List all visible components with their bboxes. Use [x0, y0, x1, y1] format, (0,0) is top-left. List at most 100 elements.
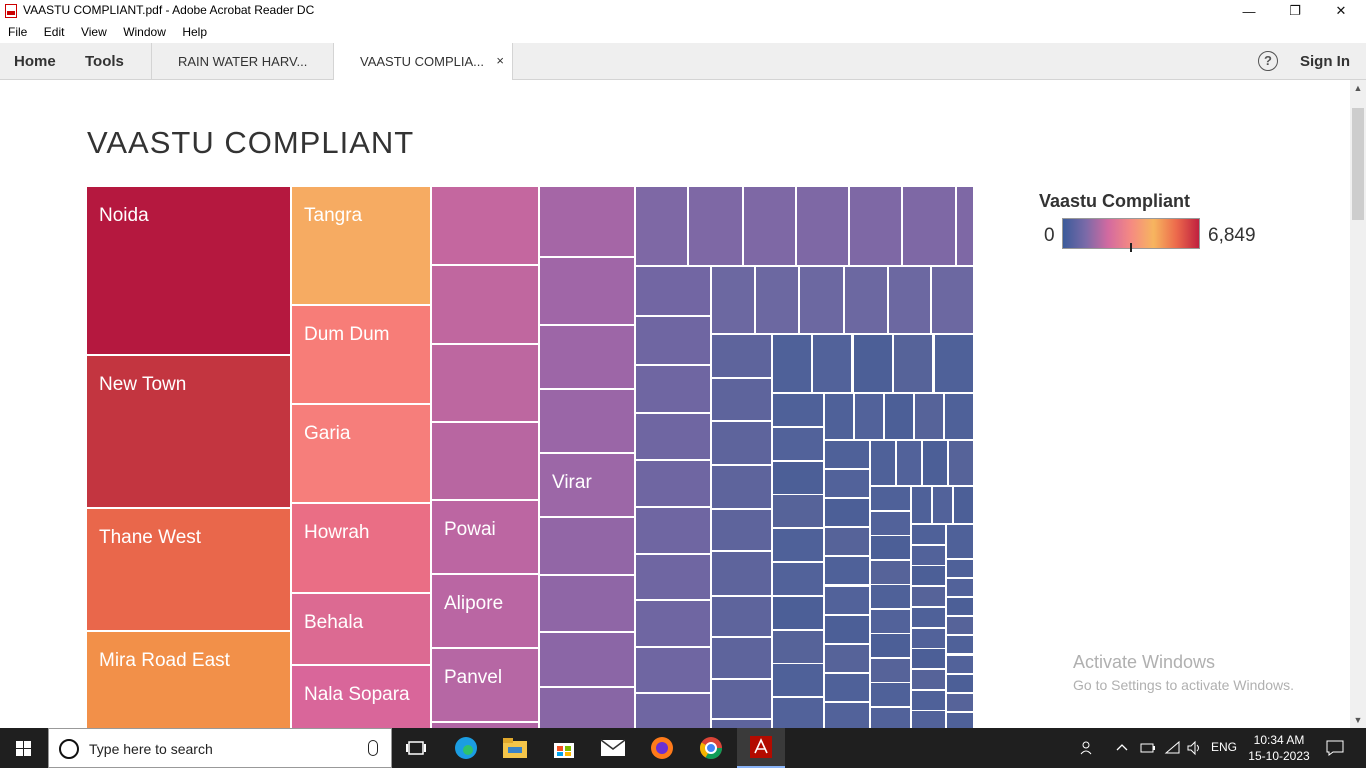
sign-in-link[interactable]: Sign In	[1300, 53, 1350, 70]
treemap-cell-label: Virar	[552, 472, 592, 493]
edge-browser-icon[interactable]	[442, 728, 490, 768]
file-explorer-icon[interactable]	[491, 728, 539, 768]
treemap-cell	[712, 720, 773, 728]
treemap-cell-label: Thane West	[99, 527, 202, 548]
treemap-cell	[894, 335, 934, 394]
notification-icon[interactable]	[1326, 740, 1344, 759]
home-tab[interactable]: Home	[14, 53, 56, 70]
start-button[interactable]	[0, 728, 48, 768]
wifi-icon[interactable]	[1164, 740, 1182, 759]
activate-windows-subtitle: Go to Settings to activate Windows.	[1073, 677, 1294, 693]
treemap-cell	[773, 563, 825, 597]
treemap-cell	[540, 518, 636, 576]
treemap-cell	[825, 441, 871, 470]
treemap-cell	[825, 674, 871, 703]
clock[interactable]: 10:34 AM 15-10-2023	[1236, 732, 1322, 764]
menu-window[interactable]: Window	[123, 22, 166, 39]
treemap-cell-powai: Powai	[432, 501, 540, 575]
treemap-cell	[432, 187, 540, 266]
treemap-cell	[912, 711, 947, 728]
tools-tab[interactable]: Tools	[85, 53, 124, 70]
treemap-cell-label: Dum Dum	[304, 324, 390, 345]
tab-bar: Home Tools RAIN WATER HARV... VAASTU COM…	[0, 43, 1366, 80]
menu-file[interactable]: File	[8, 22, 27, 39]
task-view-icon[interactable]	[392, 728, 440, 768]
treemap-cell-new-town: New Town	[87, 356, 292, 509]
close-button[interactable]: ✕	[1318, 0, 1364, 22]
treemap-cell-label: Nala Sopara	[304, 684, 410, 705]
treemap-cell	[885, 394, 915, 441]
treemap-cell	[912, 546, 947, 567]
minimize-button[interactable]: —	[1226, 0, 1272, 22]
treemap-cell	[871, 659, 912, 684]
treemap-cell	[947, 656, 975, 675]
acrobat-reader-icon[interactable]	[737, 728, 785, 768]
legend-marker	[1130, 243, 1132, 252]
menu-view[interactable]: View	[81, 22, 107, 39]
language-indicator[interactable]: ENG	[1211, 740, 1237, 754]
chevron-up-icon[interactable]	[1116, 740, 1128, 759]
treemap-cell	[773, 335, 813, 394]
tab-vaastu-compliant[interactable]: VAASTU COMPLIA... ×	[333, 43, 513, 80]
treemap-cell-label: Alipore	[444, 593, 504, 614]
treemap-cell	[871, 441, 897, 487]
maximize-button[interactable]: ❐	[1272, 0, 1318, 22]
help-icon[interactable]: ?	[1258, 51, 1278, 71]
treemap-cell	[871, 708, 912, 728]
treemap-cell	[712, 466, 773, 510]
treemap-cell-garia: Garia	[292, 405, 432, 504]
people-icon[interactable]	[1080, 740, 1096, 759]
store-icon[interactable]	[540, 728, 588, 768]
treemap-cell	[871, 536, 912, 561]
treemap-cell	[949, 441, 975, 487]
microphone-icon[interactable]	[368, 740, 378, 756]
battery-icon[interactable]	[1140, 740, 1156, 759]
treemap-cell	[636, 555, 712, 601]
volume-icon[interactable]	[1186, 740, 1204, 759]
menu-edit[interactable]: Edit	[44, 22, 65, 39]
page-title: VAASTU COMPLIANT	[87, 125, 415, 160]
treemap-cell	[947, 713, 975, 728]
treemap-cell-alipore: Alipore	[432, 575, 540, 649]
treemap-cell-label: Tangra	[304, 205, 363, 226]
legend-title: Vaastu Compliant	[1039, 191, 1191, 211]
treemap-cell-howrah: Howrah	[292, 504, 432, 594]
treemap-cell-label: New Town	[99, 374, 187, 395]
treemap-cell	[540, 258, 636, 326]
scroll-up-icon[interactable]: ▲	[1350, 80, 1366, 96]
treemap-cell	[825, 394, 855, 441]
treemap-cell	[932, 267, 975, 335]
treemap-cell	[825, 470, 871, 499]
menu-help[interactable]: Help	[182, 22, 207, 39]
treemap-cell	[923, 441, 949, 487]
treemap-cell	[825, 499, 871, 528]
treemap-cell	[957, 187, 975, 267]
firefox-icon[interactable]	[638, 728, 686, 768]
treemap-cell	[636, 508, 712, 555]
treemap-cell	[855, 394, 885, 441]
treemap-cell	[432, 423, 540, 501]
taskbar-search[interactable]: Type here to search	[48, 728, 392, 768]
treemap-cell	[871, 585, 912, 610]
treemap-cell	[712, 680, 773, 720]
treemap-cell	[945, 394, 975, 441]
vertical-scrollbar[interactable]: ▲ ▼	[1350, 80, 1366, 728]
treemap-cell-tangra: Tangra	[292, 187, 432, 306]
tab-close-icon[interactable]: ×	[496, 53, 504, 68]
treemap-cell	[825, 557, 871, 586]
tab-rain-water[interactable]: RAIN WATER HARV...	[151, 43, 333, 79]
pdf-file-icon	[5, 4, 17, 18]
treemap-cell	[636, 366, 712, 414]
treemap-cell	[689, 187, 744, 267]
mail-icon[interactable]	[589, 728, 637, 768]
treemap-cell	[636, 648, 712, 694]
treemap-cell	[854, 335, 894, 394]
treemap-cell	[825, 528, 871, 557]
chrome-icon[interactable]	[687, 728, 735, 768]
treemap-cell	[825, 616, 871, 645]
treemap-cell	[825, 703, 871, 728]
scroll-thumb[interactable]	[1352, 108, 1364, 220]
treemap-cell	[825, 645, 871, 674]
scroll-down-icon[interactable]: ▼	[1350, 712, 1366, 728]
treemap-cell-label: Noida	[99, 205, 149, 226]
